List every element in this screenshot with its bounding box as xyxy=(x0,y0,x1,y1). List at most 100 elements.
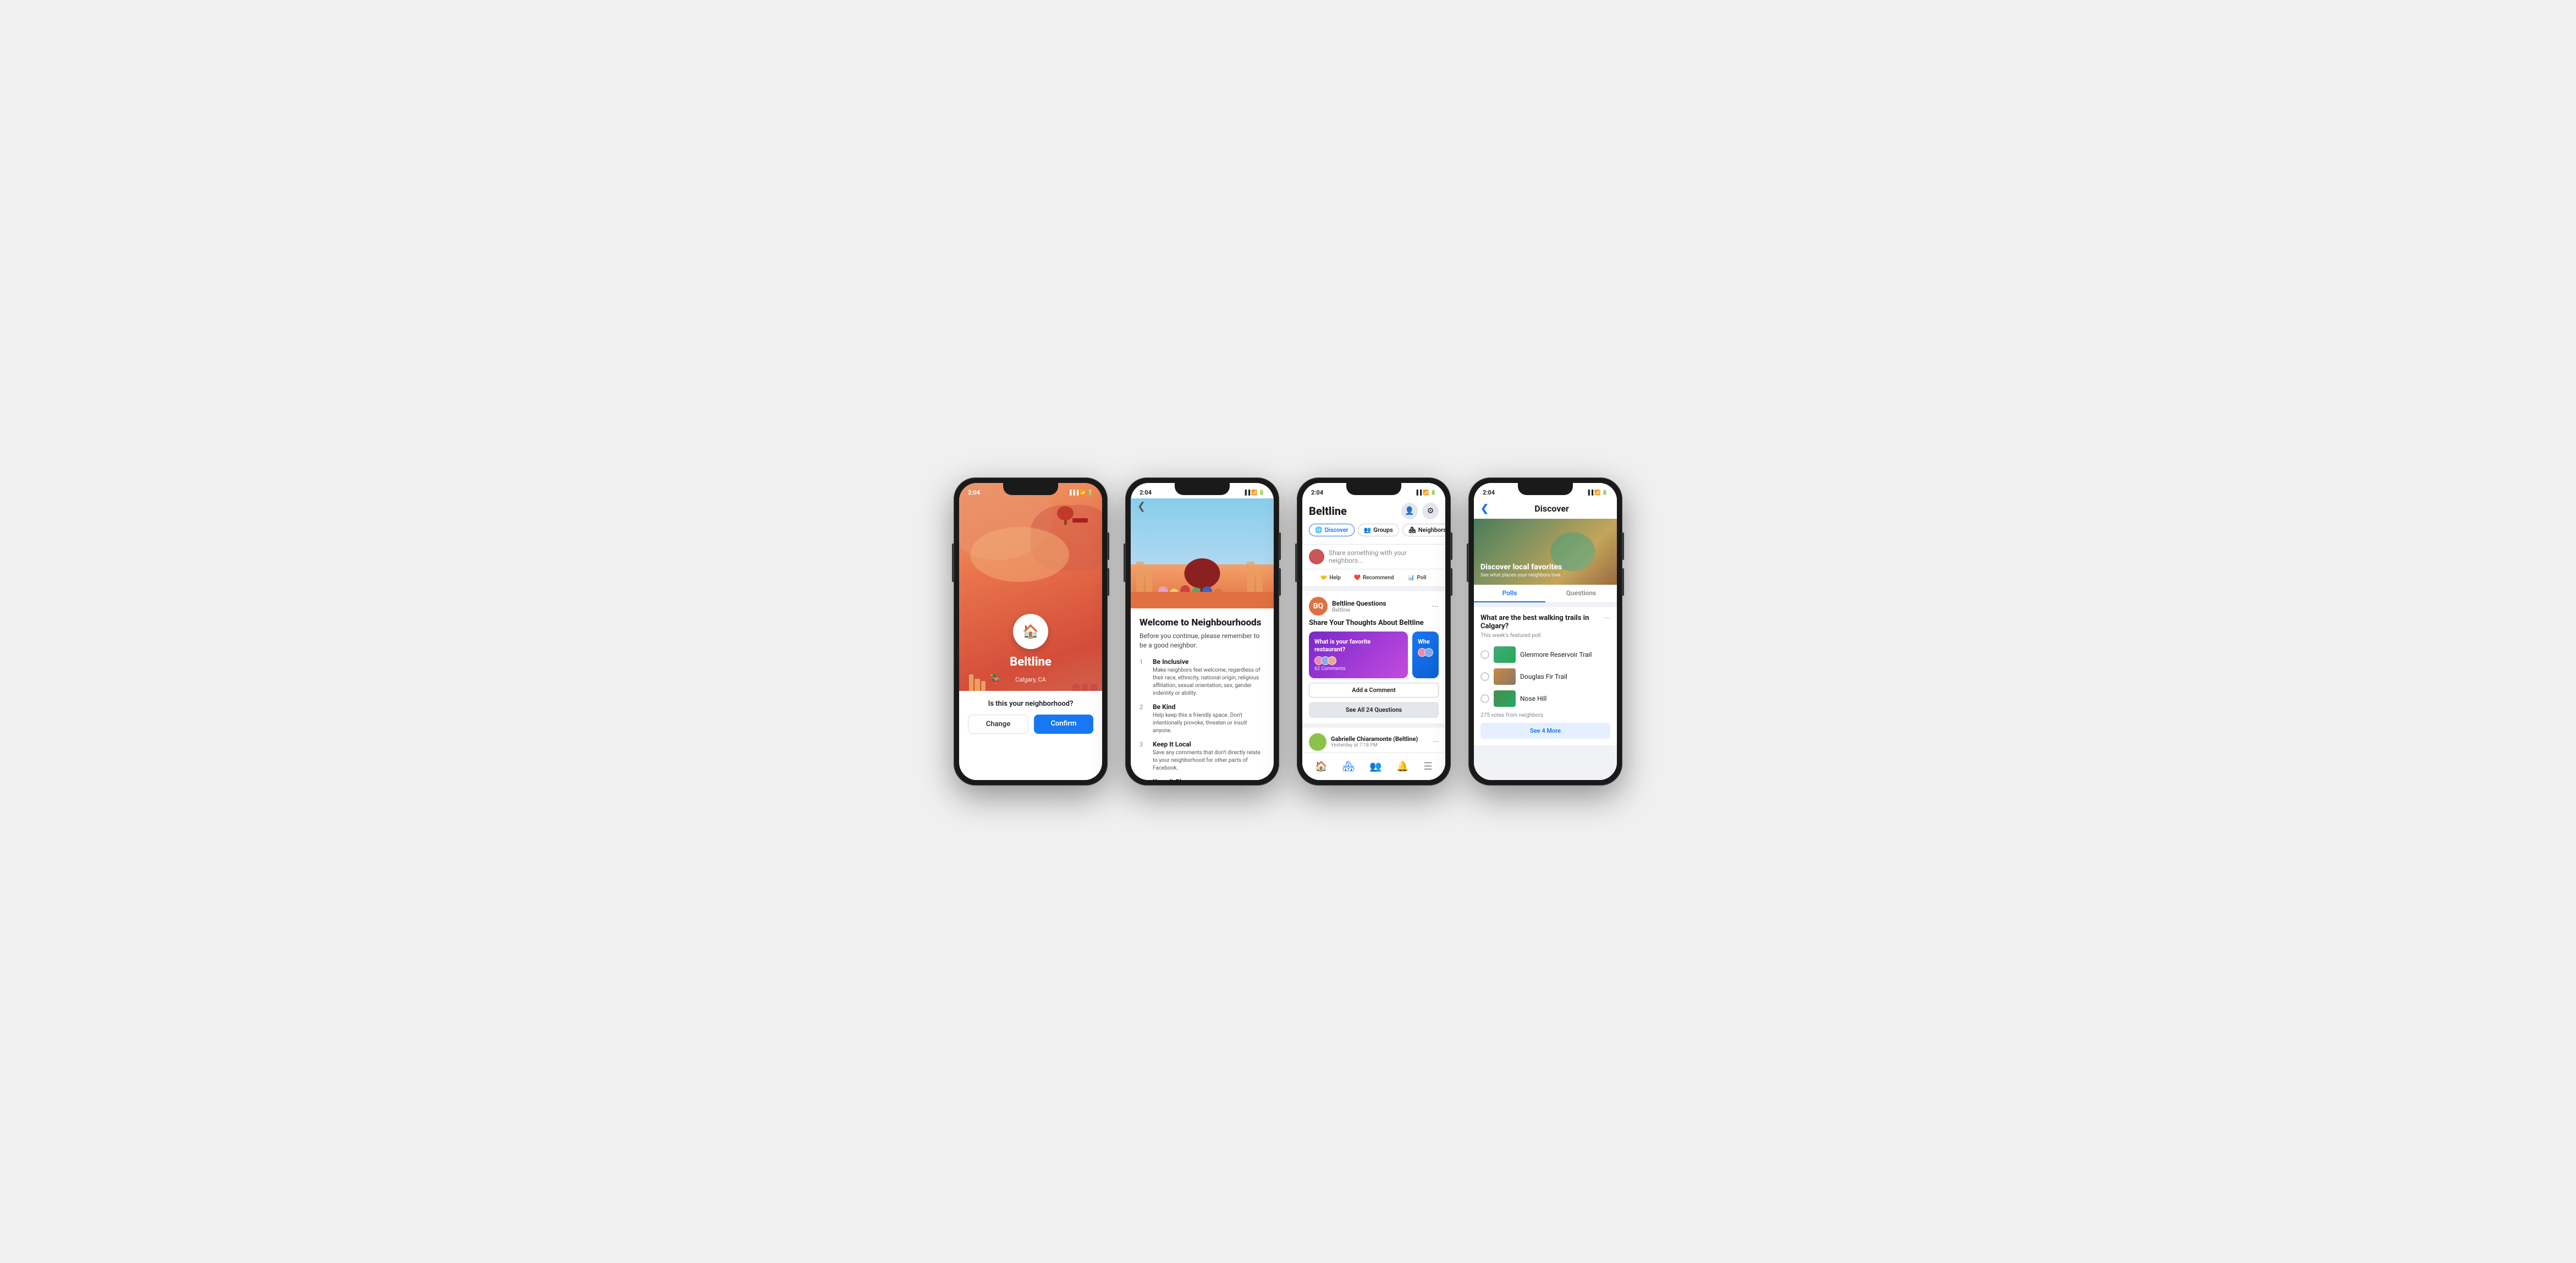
phone2-back-button[interactable]: ❮ xyxy=(1137,501,1146,512)
poll-section: What are the best walking trails in Calg… xyxy=(1474,607,1617,745)
rule-2-desc: Help keep this a friendly space. Don't i… xyxy=(1153,712,1265,735)
see-all-btn[interactable]: See All 24 Questions xyxy=(1309,702,1439,718)
map-shape3 xyxy=(970,527,1069,582)
rule-2-title: Be Kind xyxy=(1153,703,1265,711)
rule-3-title: Keep It Local xyxy=(1153,740,1265,748)
tab-neighbors[interactable]: 🏘 Neighbors xyxy=(1402,524,1445,536)
poll-radio-3[interactable] xyxy=(1480,694,1489,703)
nav-people[interactable]: 👥 xyxy=(1369,761,1381,772)
rule-4-num: 4 xyxy=(1140,778,1147,780)
poll-radio-2[interactable] xyxy=(1480,672,1489,681)
action-buttons: Change Confirm xyxy=(968,715,1093,734)
share-row: Share something with your neighbors... xyxy=(1302,544,1445,569)
phone2-time: 2:04 xyxy=(1140,489,1152,496)
rule-1-desc: Make neighbors feel welcome, regardless … xyxy=(1153,667,1265,698)
phone4-status-icons: ▐▐ 📶 🔋 xyxy=(1586,490,1608,496)
phone1: 2:04 ▐▐▐ 📶 🔋 🦆 xyxy=(954,477,1108,786)
help-btn[interactable]: 🤝 Help xyxy=(1309,573,1352,583)
poll-question: What are the best walking trails in Calg… xyxy=(1480,614,1604,630)
phone3-notch xyxy=(1346,483,1401,495)
poll-more-icon[interactable]: ··· xyxy=(1604,614,1610,623)
phone2: 2:04 ▐▐ 📶 🔋 xyxy=(1125,477,1279,786)
bench xyxy=(1072,518,1088,523)
post2-info: Gabrielle Chiaramonte (Beltline) Yesterd… xyxy=(1331,735,1418,748)
welcome-content: Welcome to Neighbourhoods Before you con… xyxy=(1131,608,1274,780)
phone1-status-icons: ▐▐▐ 📶 🔋 xyxy=(1068,490,1093,496)
poll-option-1[interactable]: Glenmore Reservoir Trail xyxy=(1480,646,1610,663)
q-card-2-avatars xyxy=(1418,648,1433,657)
add-comment-btn[interactable]: Add a Comment xyxy=(1309,683,1439,698)
discover-back-btn[interactable]: ❮ xyxy=(1480,503,1489,514)
recommend-btn[interactable]: ❤️ Recommend xyxy=(1352,573,1396,583)
feed-title: Beltline xyxy=(1309,504,1347,518)
phone3-time: 2:04 xyxy=(1311,489,1323,496)
phone2-screen: 2:04 ▐▐ 📶 🔋 xyxy=(1131,483,1274,780)
post-more-btn[interactable]: ··· xyxy=(1432,601,1439,612)
poll-label: Poll xyxy=(1417,575,1426,581)
poll-featured: This week's featured poll xyxy=(1480,633,1604,639)
see-more-btn[interactable]: See 4 More xyxy=(1480,723,1610,739)
poll-option-3-label: Nose Hill xyxy=(1520,695,1546,702)
share-input[interactable]: Share something with your neighbors... xyxy=(1329,549,1439,564)
tab-discover[interactable]: 🌐 Discover xyxy=(1309,524,1355,536)
poll-votes: 275 votes from neighbors xyxy=(1480,712,1610,718)
feed-header: Beltline 👤 ⚙ 🌐 Discover xyxy=(1302,498,1445,544)
discover-tab-polls[interactable]: Polls xyxy=(1474,585,1545,602)
tree-decoration xyxy=(1057,506,1074,525)
poll-option-2-label: Douglas Fir Trail xyxy=(1520,673,1567,680)
discover-tab-questions[interactable]: Questions xyxy=(1545,585,1617,602)
rule-4: 4 Keep It Clean If it's vulgar or inflam… xyxy=(1140,778,1265,780)
confirm-button[interactable]: Confirm xyxy=(1034,715,1093,734)
q-card-1-avatars xyxy=(1314,656,1402,665)
phone1-notch xyxy=(1003,483,1058,495)
q-card-1[interactable]: What is your favorite restaurant? 62 Com… xyxy=(1309,631,1408,678)
tab-groups[interactable]: 👥 Groups xyxy=(1358,524,1399,536)
nav-notifications[interactable]: 🔔 xyxy=(1396,761,1408,772)
poll-option-3-img xyxy=(1494,690,1516,707)
discover-hero: Discover local favorites See what places… xyxy=(1474,519,1617,585)
tab-neighbors-label: Neighbors xyxy=(1418,526,1445,534)
discover-icon: 🌐 xyxy=(1315,526,1323,534)
settings-icon-btn[interactable]: ⚙ xyxy=(1422,503,1439,519)
buildings-bg-right xyxy=(1247,562,1263,592)
profile-icon-btn[interactable]: 👤 xyxy=(1401,503,1418,519)
change-button[interactable]: Change xyxy=(968,715,1028,734)
q-card-2[interactable]: Whe xyxy=(1412,631,1439,678)
poll-option-3[interactable]: Nose Hill xyxy=(1480,690,1610,707)
phone2-status-icons: ▐▐ 📶 🔋 xyxy=(1243,490,1265,496)
post-title: Share Your Thoughts About Beltline xyxy=(1309,619,1439,627)
discover-header: ❮ Discover xyxy=(1474,498,1617,519)
neighborhood-badge-icon: 🏠 xyxy=(1022,624,1039,639)
phone1-wrapper: 2:04 ▐▐▐ 📶 🔋 🦆 xyxy=(954,477,1108,786)
post-avatar: BQ xyxy=(1309,597,1328,616)
recommend-label: Recommend xyxy=(1363,575,1394,581)
poll-icon: 📊 xyxy=(1408,575,1414,581)
rule-1: 1 Be Inclusive Make neighbors feel welco… xyxy=(1140,658,1265,698)
tab-discover-label: Discover xyxy=(1325,526,1348,534)
questions-tab-label: Questions xyxy=(1566,589,1596,597)
nav-home[interactable]: 🏠 xyxy=(1315,761,1327,772)
phone4-screen: 2:04 ▐▐ 📶 🔋 ❮ Discover xyxy=(1474,483,1617,780)
duck-icon: 🦆 xyxy=(989,673,1001,685)
post2-time: Yesterday at 7:18 PM xyxy=(1331,743,1418,748)
question-cards: What is your favorite restaurant? 62 Com… xyxy=(1309,631,1439,678)
help-label: Help xyxy=(1329,575,1341,581)
poll-btn[interactable]: 📊 Poll xyxy=(1395,573,1439,583)
post-author-info: Beltline Questions Beltline xyxy=(1332,600,1386,613)
phone3-wrapper: 2:04 ▐▐ 📶 🔋 Beltline 👤 ⚙ xyxy=(1297,477,1451,786)
nav-neighborhoods[interactable]: 🏘 xyxy=(1342,761,1355,772)
bottom-nav: 🏠 🏘 👥 🔔 ☰ xyxy=(1302,753,1445,780)
poll-radio-1[interactable] xyxy=(1480,650,1489,659)
poll-option-2[interactable]: Douglas Fir Trail xyxy=(1480,668,1610,685)
recommend-icon: ❤️ xyxy=(1353,575,1360,581)
neighborhood-city: Calgary, CA xyxy=(1015,676,1046,683)
feed-tabs: 🌐 Discover 👥 Groups 🏘 Neighbors xyxy=(1309,524,1439,536)
post2-more-btn[interactable]: ··· xyxy=(1433,738,1439,746)
rule-1-title: Be Inclusive xyxy=(1153,658,1265,666)
rule-1-num: 1 xyxy=(1140,658,1147,698)
welcome-subtitle: Before you continue, please remember to … xyxy=(1140,631,1265,650)
nav-menu[interactable]: ☰ xyxy=(1423,761,1432,772)
poll-option-1-label: Glenmore Reservoir Trail xyxy=(1520,651,1592,658)
share-actions: 🤝 Help ❤️ Recommend 📊 Poll xyxy=(1302,569,1445,587)
neighborhood-badge: 🏠 xyxy=(1013,614,1048,649)
